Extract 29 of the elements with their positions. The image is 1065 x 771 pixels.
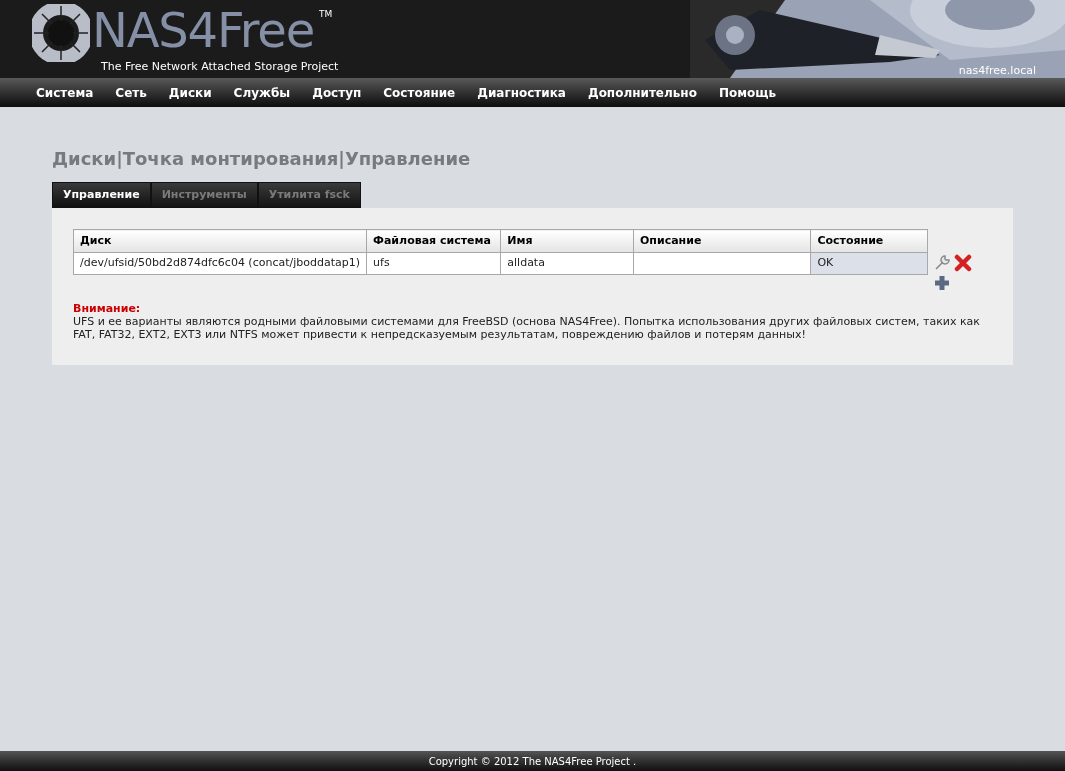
menu-item[interactable]: Сеть — [115, 83, 147, 102]
menu-item[interactable]: Помощь — [718, 83, 777, 102]
delete-icon[interactable] — [954, 254, 972, 272]
menu-item[interactable]: Система — [36, 83, 94, 102]
page-title: Диски|Точка монтирования|Управление — [52, 147, 472, 171]
menu-item[interactable]: Диагностика — [477, 83, 566, 102]
tagline: The Free Network Attached Storage Project — [101, 59, 339, 75]
logo-ring-icon — [32, 4, 90, 62]
column-header: Диск — [73, 229, 367, 253]
column-header: Описание — [633, 229, 811, 253]
menu-item[interactable]: Дополнительно — [587, 83, 697, 102]
tab[interactable]: Управление — [52, 182, 151, 208]
trademark: TM — [319, 8, 333, 21]
warning-title: Внимание: — [73, 302, 142, 315]
menu-item[interactable]: Доступ — [312, 83, 362, 102]
warning-text: UFS и ее варианты являются родными файловыми системами для FreeBSD (основа NAS4Free). Попытка использования других файловых систем, таких как FAT, FAT32, EXT2, EXT3 или NTFS может привести к непредсказуемым результатам, повреждению файлов и потерям данных! — [73, 315, 981, 341]
wrench-icon[interactable] — [933, 254, 951, 272]
hostname: nas4free.local — [958, 63, 1036, 79]
menu-item[interactable]: Службы — [233, 83, 291, 102]
logo-text: NAS4Free — [92, 2, 314, 58]
column-header: Состояние — [810, 229, 928, 253]
table-cell: ufs — [366, 252, 501, 275]
copyright-text: Copyright © 2012 The NAS4Free Project . — [428, 754, 637, 769]
table-cell: /dev/ufsid/50bd2d874dfc6c04 (concat/jboddatap1) — [73, 252, 367, 275]
column-header: Имя — [500, 229, 634, 253]
menu-item[interactable]: Состояние — [383, 83, 456, 102]
add-icon[interactable] — [933, 274, 951, 292]
column-header: Файловая система — [366, 229, 501, 253]
menu-item[interactable]: Диски — [168, 83, 212, 102]
